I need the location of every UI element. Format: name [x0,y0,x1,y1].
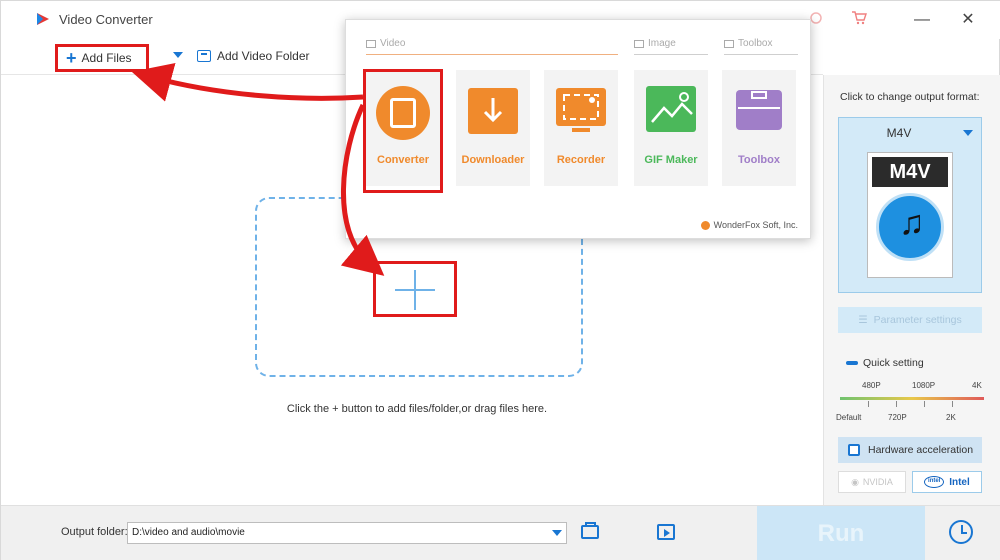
section-image: Image [634,38,676,49]
tile-recorder[interactable]: Recorder [544,70,618,186]
minimize-button[interactable]: — [907,9,937,31]
tile-gif-maker[interactable]: GIF Maker [634,70,708,186]
m4v-format-icon: M4V ♫ [867,152,953,278]
app-title: Video Converter [59,12,153,27]
music-disc-icon: ♫ [876,193,944,261]
folder-icon [197,50,211,62]
format-badge: M4V [872,157,948,187]
downloader-icon [468,88,518,134]
toolbox-section-icon [724,39,734,48]
recorder-icon [556,88,606,126]
quick-setting: Quick setting [846,357,924,369]
gif-maker-icon [646,86,696,132]
parameter-settings-button[interactable]: ☰ Parameter settings [838,307,982,333]
add-files-dropdown-icon[interactable] [173,52,183,58]
add-files-label: Add Files [81,51,132,65]
bottom-bar: Output folder: D:\video and audio\movie … [1,505,1000,560]
quality-4k-label: 4K [972,381,982,390]
quality-720p-label: 720P [888,413,907,422]
tile-downloader[interactable]: Downloader [456,70,530,186]
run-button[interactable]: Run [757,506,925,560]
section-toolbox: Toolbox [724,38,772,49]
video-player-icon[interactable] [657,524,675,540]
close-button[interactable]: ✕ [953,9,983,31]
quick-setting-icon [846,361,858,365]
quality-tick [868,401,869,407]
format-name: M4V [886,126,912,140]
drop-hint: Click the + button to add files/folder,o… [286,403,548,415]
brand-label: WonderFox Soft, Inc. [713,220,798,230]
tile-downloader-label: Downloader [461,154,525,166]
output-folder-label: Output folder: [61,526,128,538]
add-plus-button[interactable] [373,261,457,317]
section-video-label: Video [380,38,406,49]
plus-icon: + [66,48,77,68]
cart-icon[interactable] [851,11,867,25]
intel-logo-icon: intel [924,476,945,488]
section-video: Video [366,38,405,49]
quality-tick [952,401,953,407]
add-folder-label: Add Video Folder [217,49,310,63]
tile-gif-maker-label: GIF Maker [644,154,698,166]
section-image-line [634,54,708,55]
section-toolbox-label: Toolbox [738,38,773,49]
toolbox-icon [736,90,782,130]
tile-recorder-label: Recorder [556,154,606,166]
section-toolbox-line [724,54,798,55]
output-format-label: Click to change output format: [840,91,980,103]
wonderfox-logo-icon [700,220,710,230]
output-panel: Click to change output format: M4V M4V ♫… [823,75,1000,505]
open-folder-icon[interactable] [581,522,599,539]
output-format-card[interactable]: M4V M4V ♫ [838,117,982,293]
quality-tick [924,401,925,407]
add-files-button[interactable]: + Add Files [55,44,149,72]
image-section-icon [634,39,644,48]
brand: WonderFox Soft, Inc. [700,220,798,230]
app-logo-icon [37,13,49,25]
intel-button[interactable]: intel Intel [912,471,982,493]
output-folder-field[interactable]: D:\video and audio\movie [127,522,567,544]
sliders-icon: ☰ [858,314,868,326]
quality-1080p-label: 1080P [912,381,936,390]
parameter-settings-label: Parameter settings [873,314,962,326]
converter-highlight-box [363,69,443,193]
hardware-acceleration-toggle[interactable]: Hardware acceleration [838,437,982,463]
output-folder-dropdown-icon[interactable] [552,530,562,536]
quality-slider[interactable] [840,397,984,400]
quality-480p-label: 480P [862,381,881,390]
quality-2k-label: 2K [946,413,956,422]
tile-toolbox-label: Toolbox [738,154,780,166]
tile-toolbox[interactable]: Toolbox [722,70,796,186]
format-dropdown-icon[interactable] [963,130,973,136]
alarm-clock-icon[interactable] [949,520,973,544]
hardware-acceleration-label: Hardware acceleration [868,444,974,456]
nvidia-label: NVIDIA [862,477,893,487]
add-video-folder-button[interactable]: Add Video Folder [197,49,310,63]
section-image-label: Image [648,38,676,49]
quality-tick [896,401,897,407]
intel-label: Intel [949,476,970,488]
nvidia-button[interactable]: ◉ NVIDIA [838,471,906,493]
nvidia-logo-icon: ◉ [851,476,859,487]
quick-setting-label: Quick setting [863,357,924,369]
quality-default-label: Default [836,413,862,422]
gift-icon[interactable] [809,11,823,25]
recorder-stand [572,128,590,132]
output-folder-value: D:\video and audio\movie [132,527,245,538]
section-video-line [366,54,618,55]
app-window: Video Converter — ✕ + Add Files Add Vide… [0,0,1000,560]
music-note-icon: ♫ [899,204,925,242]
video-section-icon [366,39,376,48]
chip-icon [848,444,860,456]
